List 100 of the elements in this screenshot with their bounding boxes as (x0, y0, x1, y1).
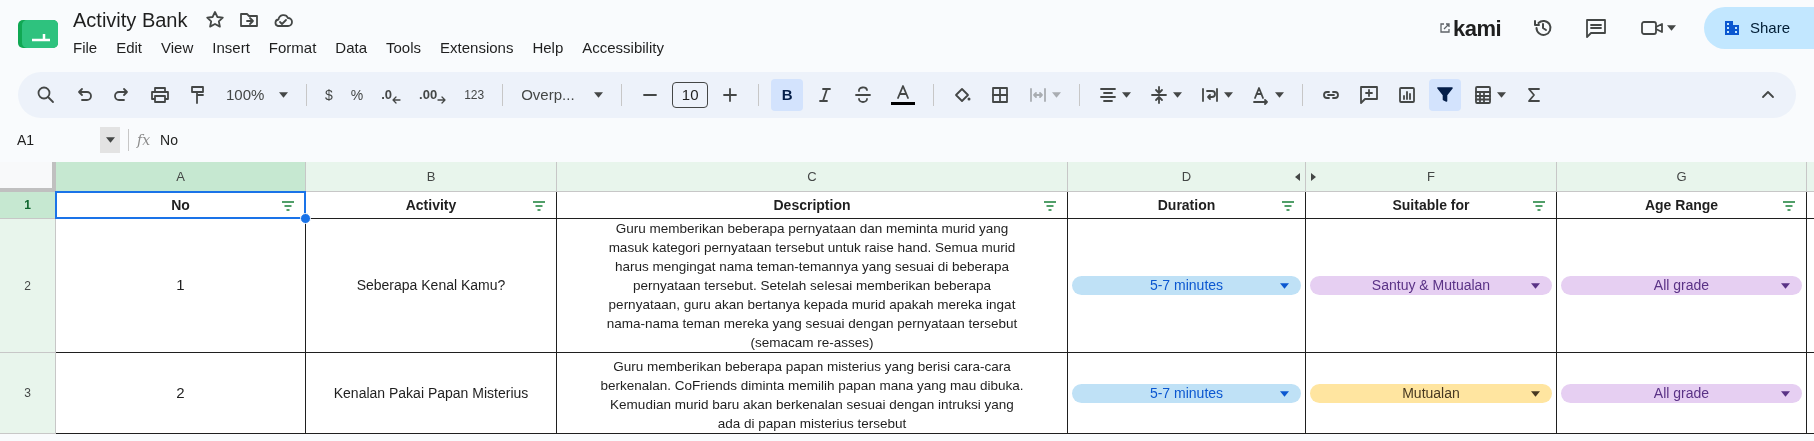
currency-button[interactable]: $ (319, 79, 339, 111)
comment-icon[interactable] (1585, 18, 1607, 38)
kami-extension-button[interactable]: kami (1453, 11, 1501, 45)
function-icon: fx (137, 129, 151, 151)
caret-icon[interactable] (105, 137, 115, 143)
text-wrap-icon[interactable] (1200, 85, 1221, 105)
table-cell[interactable]: 2 (56, 353, 306, 434)
table-cell[interactable]: Mutualan (1306, 353, 1557, 434)
formula-field[interactable]: No (160, 129, 178, 151)
caret-icon[interactable] (1781, 390, 1790, 397)
share-button[interactable]: Share (1704, 7, 1814, 49)
menu-item[interactable]: Help (532, 37, 564, 60)
menu-item[interactable]: Tools (386, 37, 422, 60)
video-camera-icon[interactable] (1641, 18, 1663, 38)
strikethrough-icon[interactable] (853, 85, 874, 105)
dropdown-chip[interactable]: 5-7 minutes (1072, 383, 1301, 403)
header-cell-text: No (171, 195, 190, 215)
table-cell[interactable]: 1 (56, 219, 306, 353)
hidden-column-left-icon[interactable] (1295, 173, 1301, 181)
print-icon[interactable] (150, 85, 170, 105)
chart-icon[interactable] (1397, 85, 1418, 105)
column-header[interactable]: G (1557, 162, 1807, 192)
caret-icon[interactable] (1781, 283, 1790, 289)
caret-icon[interactable] (1122, 92, 1132, 98)
table-cell[interactable]: Guru memberikan beberapa papan misterius yang berisi cara-cara berkenalan. CoFriends diminta memilih papan mana yang mau dibuka. Kemudian murid baru akan berkenalan sesuai dengan intruksi yang ada di papan misterius tersebut (557, 353, 1068, 434)
table-cell[interactable]: Guru memberikan beberapa pernyataan dan meminta murid yang masuk kategori pernyataan tersebut untuk raise hand. Semua murid harus mengingat nama teman-temannya yang sesuai di beberapa pernyataan tersebut. Setelah selesai memberikan beberapa pernyataan, guru akan bertanya kepada murid apakah mereka ingat nama-nama teman mereka yang sesuai dengan pernyataan tersebut (semacam re-asses) (557, 219, 1068, 353)
header-cell-text: Description (773, 195, 851, 215)
menu-item[interactable]: Format (268, 37, 317, 60)
external-link-icon (1439, 22, 1452, 34)
column-header[interactable]: D (1068, 162, 1306, 192)
add-comment-icon[interactable] (1359, 85, 1380, 105)
menu-item[interactable]: File (73, 37, 98, 60)
percent-button[interactable]: % (344, 79, 370, 111)
column-header[interactable]: F (1306, 162, 1557, 192)
merge-cells-icon[interactable] (1028, 85, 1049, 105)
caret-icon[interactable] (1173, 92, 1183, 98)
caret-icon[interactable] (1531, 390, 1540, 397)
menu-item[interactable]: Extensions (440, 37, 514, 60)
search-icon[interactable] (36, 85, 56, 105)
caret-icon[interactable] (1224, 92, 1234, 98)
sheets-logo-icon[interactable] (18, 20, 58, 48)
calculator-icon[interactable] (1473, 85, 1494, 105)
zoom-dropdown[interactable]: 100% (220, 79, 294, 111)
table-cell[interactable]: Kenalan Pakai Papan Misterius (306, 353, 557, 434)
borders-icon[interactable] (990, 85, 1011, 105)
column-header[interactable]: A (56, 162, 306, 192)
caret-icon[interactable] (1275, 92, 1285, 98)
bold-button[interactable]: B (771, 79, 804, 111)
header-cell[interactable]: Suitable for (1306, 192, 1557, 219)
header-cell[interactable]: Age Range (1557, 192, 1807, 219)
header-cell[interactable]: Duration (1068, 192, 1306, 219)
menu-item[interactable]: Edit (116, 37, 143, 60)
dropdown-chip[interactable]: Mutualan (1310, 383, 1552, 403)
filter-button[interactable] (1429, 79, 1462, 111)
header-cell[interactable]: Activity (306, 192, 557, 219)
menu-item[interactable]: Accessibility (582, 37, 664, 60)
name-box-dropdown[interactable] (100, 127, 120, 153)
row-header[interactable]: 2 (0, 219, 56, 353)
star-icon[interactable] (205, 10, 226, 30)
name-box[interactable]: A1 (14, 127, 120, 153)
menu-item[interactable]: Data (335, 37, 367, 60)
selection-handle[interactable] (300, 213, 311, 224)
table-cell[interactable]: All grade (1557, 353, 1807, 434)
caret-icon[interactable] (1531, 283, 1540, 289)
dropdown-chip[interactable]: Santuy & Mutualan (1310, 276, 1552, 295)
table-cell[interactable]: 5-7 minutes (1068, 353, 1306, 434)
caret-icon[interactable] (279, 92, 288, 98)
caret-icon[interactable] (1497, 92, 1507, 98)
row-header[interactable]: 3 (0, 353, 56, 434)
filter-icon[interactable] (1435, 85, 1456, 105)
fill-color-icon[interactable] (952, 85, 973, 105)
header-cell[interactable]: Description (557, 192, 1068, 219)
column-header[interactable]: C (557, 162, 1068, 192)
font-size-field[interactable]: 10 (672, 82, 709, 108)
text-color-icon (891, 84, 916, 106)
number-format-button[interactable]: 123 (458, 79, 491, 111)
align-center-icon[interactable] (1098, 85, 1119, 105)
table-cell[interactable]: Seberapa Kenal Kamu? (306, 219, 557, 353)
decrease-decimals-button[interactable]: .0 (375, 79, 408, 111)
caret-icon[interactable] (1280, 283, 1289, 289)
dropdown-chip[interactable]: 5-7 minutes (1072, 276, 1301, 295)
hidden-column-right-icon[interactable] (1310, 173, 1316, 181)
document-title[interactable]: Activity Bank (73, 8, 188, 32)
vertical-align-icon[interactable] (1149, 85, 1170, 105)
dropdown-chip[interactable]: All grade (1561, 276, 1802, 295)
column-header[interactable]: B (306, 162, 557, 192)
folder-icon[interactable] (239, 10, 260, 30)
font-dropdown[interactable]: Overp... (515, 79, 610, 111)
row-header[interactable]: 1 (0, 192, 56, 219)
caret-icon[interactable] (1667, 25, 1676, 31)
increase-decimals-button[interactable]: .00 (413, 79, 453, 111)
caret-icon[interactable] (1280, 390, 1289, 397)
table-cell[interactable]: 5-7 minutes (1068, 219, 1306, 353)
menu-item[interactable]: View (161, 37, 194, 60)
table-cell[interactable]: All grade (1557, 219, 1807, 353)
table-cell[interactable]: Santuy & Mutualan (1306, 219, 1557, 353)
menu-item[interactable]: Insert (212, 37, 250, 60)
header-cell[interactable]: No (56, 192, 306, 219)
dropdown-chip[interactable]: All grade (1561, 383, 1802, 403)
caret-icon[interactable] (594, 92, 604, 98)
